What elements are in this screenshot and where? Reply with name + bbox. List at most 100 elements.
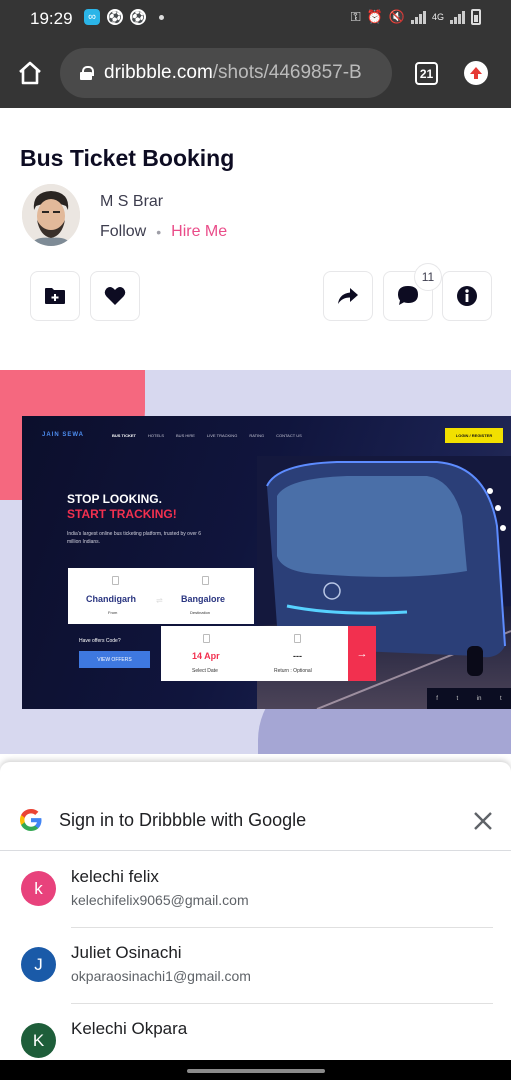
swap-icon: ⇌ [156,596,163,605]
tumblr-icon: t [500,695,502,702]
author-avatar[interactable] [22,184,80,246]
info-icon [457,286,477,306]
account-name: Juliet Osinachi [71,943,182,962]
mockup-nav-item: BUS HIRE [176,433,195,438]
share-arrow-icon [338,288,358,304]
system-icons: ⚿ ⏰ 🔇 4G [351,9,481,25]
shot-image[interactable]: JAIN SEWA BUS TICKET HOTELS BUS HIRE LIV… [0,370,511,754]
mockup-from-city: Chandigarh [86,594,137,604]
sheet-header: Sign in to Dribbble with Google [0,762,511,851]
mockup-offer-text: Have offers Code? [79,638,121,644]
vpn-key-icon: ⚿ [350,9,361,24]
mockup-headline-line: START TRACKING! [67,507,177,521]
like-button[interactable] [90,271,140,321]
facebook-icon: f [436,695,438,702]
football-icon: ⚽ [130,9,146,25]
status-time: 19:29 [30,9,73,28]
account-avatar: k [21,871,56,906]
comment-bubble-icon [398,286,418,305]
mockup-date-card: 14 Apr Select Date --- Return : Optional [161,626,348,681]
mockup-date-label: Select Date [192,668,218,674]
mockup-nav-item: CONTACT US [276,433,302,438]
arrow-right-icon: → [348,626,376,681]
home-button[interactable] [16,59,44,87]
mockup-date-value: 14 Apr [192,651,220,661]
follow-link[interactable]: Follow [100,223,146,241]
separator-dot: • [156,224,162,240]
mockup-subtext: India's largest online bus ticketing pla… [67,531,202,545]
author-name[interactable]: M S Brar [100,193,163,211]
close-icon [474,812,492,830]
building-icon [112,576,119,585]
account-email: okparaosinachi1@gmail.com [71,968,251,984]
mockup-login-button: LOGIN / REGISTER [445,428,503,443]
close-sheet-button[interactable] [472,810,494,832]
notification-icons: ∞ ⚽ ⚽ [84,9,164,25]
folder-add-icon [45,288,65,304]
hire-me-link[interactable]: Hire Me [171,223,227,241]
battery-icon [471,9,481,25]
mockup-to-city: Bangalore [181,594,226,604]
share-button[interactable] [323,271,373,321]
status-bar: 19:29 ∞ ⚽ ⚽ ⚿ ⏰ 🔇 4G [0,0,511,36]
home-icon [19,61,41,85]
mockup-route-card: Chandigarh From ⇌ Bangalore Destination [68,568,254,624]
account-item[interactable]: J Juliet Osinachi okparaosinachi1@gmail.… [0,928,511,1004]
account-item[interactable]: k kelechi felix kelechifelix9065@gmail.c… [0,852,511,928]
shot-details-button[interactable] [442,271,492,321]
account-avatar: K [21,1023,56,1058]
calendar-icon [294,634,301,643]
website-mockup: JAIN SEWA BUS TICKET HOTELS BUS HIRE LIV… [22,416,511,709]
mockup-nav-item: BUS TICKET [112,433,136,438]
account-name: Kelechi Okpara [71,1019,188,1038]
save-to-collection-button[interactable] [30,271,80,321]
mockup-nav-item: RATING [249,433,265,438]
google-logo-icon [20,809,42,831]
author-actions: Follow • Hire Me [100,223,227,241]
author-photo [22,184,80,246]
shot-title: Bus Ticket Booking [20,145,235,171]
linkedin-icon: in [476,695,482,702]
app-notification-icon: ∞ [84,9,100,25]
sheet-title: Sign in to Dribbble with Google [59,810,307,830]
building-icon [202,576,209,585]
mockup-logo: JAIN SEWA [42,432,85,438]
update-button[interactable] [464,61,488,85]
mockup-from-label: From [108,610,118,615]
system-navigation-bar [0,1060,511,1080]
mockup-nav-item: HOTELS [148,433,165,438]
account-avatar: J [21,947,56,982]
mockup-headline-line: STOP LOOKING. [67,492,162,506]
account-email: kelechifelix9065@gmail.com [71,892,249,908]
twitter-icon: t [456,695,459,702]
comment-count-badge: 11 [414,263,442,291]
mockup-social-links: f t in t [427,688,511,709]
calendar-icon [203,634,210,643]
alarm-icon: ⏰ [366,9,383,24]
account-item[interactable]: K Kelechi Okpara [0,1004,511,1060]
url-path: /shots/4469857-B [212,62,362,83]
mockup-nav-item: LIVE TRACKING [206,433,238,438]
home-gesture-handle[interactable] [187,1069,325,1073]
account-name: kelechi felix [71,867,159,886]
mockup-to-label: Destination [190,610,211,615]
address-bar[interactable]: dribbble.com/shots/4469857-B [60,48,392,98]
mockup-headline: STOP LOOKING. START TRACKING! [67,492,177,522]
browser-toolbar: dribbble.com/shots/4469857-B 21 [0,36,511,108]
signal-icon [450,10,465,24]
mockup-return-value: --- [293,651,302,661]
arrow-up-icon [470,67,482,79]
signal-icon [410,10,426,24]
football-icon: ⚽ [107,9,123,25]
mockup-view-offers-button: VIEW OFFERS [79,651,150,668]
heart-icon [104,287,126,305]
url-domain: dribbble.com [104,62,213,83]
more-notifications-icon [159,14,164,20]
mockup-nav: BUS TICKET HOTELS BUS HIRE LIVE TRACKING… [112,433,302,438]
network-type-label: 4G [431,11,444,22]
lock-icon [80,66,94,80]
mockup-return-label: Return : Optional [274,668,312,674]
google-signin-sheet: Sign in to Dribbble with Google k kelech… [0,762,511,1060]
tab-switcher-button[interactable]: 21 [415,62,438,85]
mute-icon: 🔇 [388,9,405,24]
